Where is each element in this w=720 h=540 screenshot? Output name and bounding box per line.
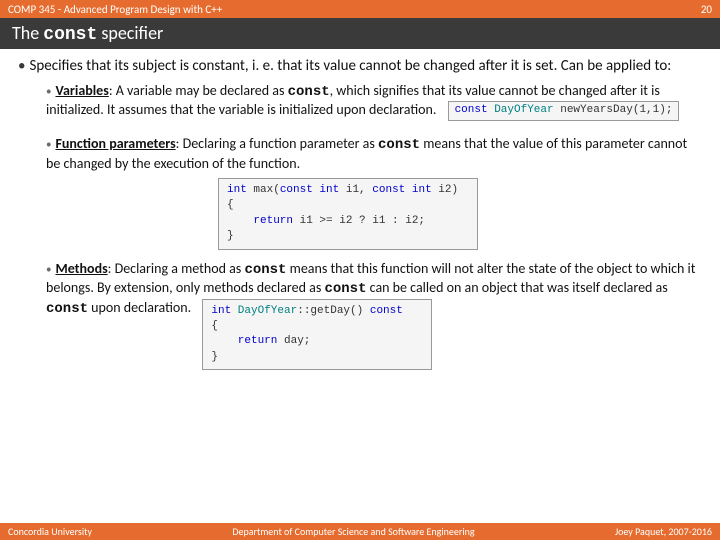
footer-right: Joey Paquet, 2007-2016 xyxy=(615,525,712,538)
bullet-main: •Specifies that its subject is constant,… xyxy=(18,57,702,76)
bullet-icon: • xyxy=(46,85,51,98)
footer-left: Concordia University xyxy=(8,525,92,538)
footer-center: Department of Computer Science and Softw… xyxy=(232,525,474,538)
bullet-icon: • xyxy=(18,57,25,75)
bullet-params: •Function parameters: Declaring a functi… xyxy=(46,135,702,172)
bullet-label: Variables xyxy=(55,82,108,99)
bullet-icon: • xyxy=(46,138,51,151)
code-params: int max(const int i1, const int i2) { re… xyxy=(218,178,478,250)
code-variables: const DayOfYear newYearsDay(1,1); xyxy=(448,101,680,121)
course-header: COMP 345 - Advanced Program Design with … xyxy=(0,0,720,18)
code-methods: int DayOfYear::getDay() const { return d… xyxy=(202,299,432,371)
slide-title: The const specifier xyxy=(0,18,720,49)
slide-footer: Concordia University Department of Compu… xyxy=(0,523,720,540)
slide-content: •Specifies that its subject is constant,… xyxy=(0,49,720,370)
bullet-variables: •Variables: A variable may be declared a… xyxy=(46,82,702,121)
bullet-methods: •Methods: Declaring a method as const me… xyxy=(46,260,702,371)
course-title: COMP 345 - Advanced Program Design with … xyxy=(8,3,222,16)
bullet-icon: • xyxy=(46,263,51,276)
title-keyword: const xyxy=(43,25,97,45)
bullet-label: Function parameters xyxy=(55,135,175,152)
bullet-label: Methods xyxy=(55,260,107,277)
slide-number: 20 xyxy=(701,3,712,16)
